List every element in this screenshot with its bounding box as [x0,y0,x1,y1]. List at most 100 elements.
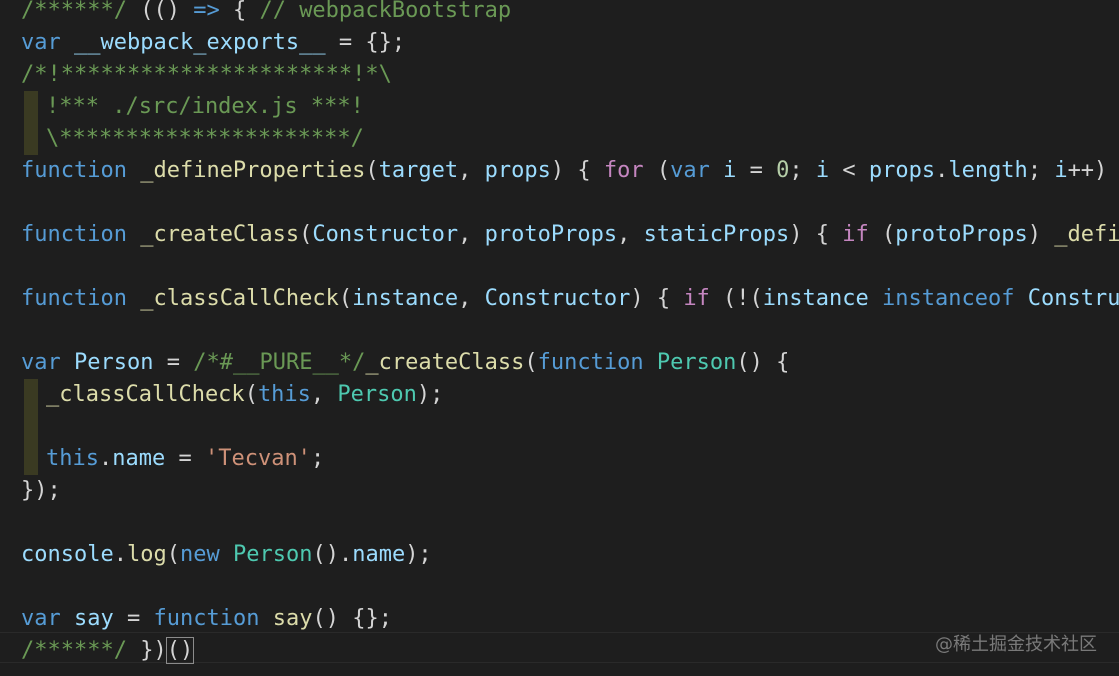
code-token: ( [338,286,353,311]
code-token: length [948,158,1028,183]
code-token: /******/ [21,638,141,663]
code-token: this [46,446,99,471]
code-line[interactable]: _classCallCheck(this, Person); [21,379,1119,411]
code-line[interactable] [21,411,1119,443]
code-token: = [113,606,154,631]
code-token: , [458,222,485,247]
code-token: ) { [789,222,843,247]
code-token: ( [166,542,180,567]
code-token: i [815,158,830,183]
code-token: , [458,158,485,183]
code-token: => [193,0,220,23]
code-token: function [21,222,127,247]
code-token: function [21,286,127,311]
code-token: ) [1027,222,1055,247]
code-token: ) { [630,286,684,311]
code-token: . [935,158,949,183]
code-token: console [21,542,114,567]
code-line[interactable]: console.log(new Person().name); [21,539,1119,571]
code-line[interactable]: var __webpack_exports__ = {}; [21,27,1119,59]
indent-guide [24,379,38,411]
code-token: Constructo [1027,286,1119,311]
code-token: /******/ [21,0,141,23]
code-token: _defineP [1054,222,1119,247]
code-token: Person [232,542,313,567]
code-line[interactable] [21,315,1119,347]
code-token: function [21,158,127,183]
code-token: props [868,158,936,183]
code-line[interactable]: function _classCallCheck(instance, Const… [21,283,1119,315]
code-token: protoProps [484,222,618,247]
code-token: , [458,286,485,311]
code-token: this [257,382,311,407]
code-token: !*** ./src/index.js ***! [46,94,364,119]
code-token: instanceof [882,286,1015,311]
code-token: ( [299,222,313,247]
watermark: @稀土掘金技术社区 [935,634,1097,655]
code-token: ( [365,158,379,183]
code-token: ++) { [1067,158,1108,183]
code-token: ; [789,158,816,183]
code-token: ); [416,382,444,407]
code-line[interactable] [21,251,1119,283]
code-token: ( [244,382,258,407]
code-token: instance [762,286,869,311]
code-editor[interactable]: /******/ (() => { // webpackBootstrap var… [0,0,1119,676]
code-token: staticProps [643,222,790,247]
code-line[interactable] [21,571,1119,603]
code-token: ; [1027,158,1055,183]
indent-guide [24,91,38,123]
code-line[interactable]: function _createClass(Constructor, proto… [21,219,1119,251]
code-token: /*#__PURE__*/ [193,350,366,375]
code-token: = [153,350,194,375]
code-token: say [74,606,114,631]
code-token: props [484,158,551,183]
code-line[interactable]: /*!**********************!*\ [21,59,1119,91]
code-token: say [272,606,313,631]
code-token: 0 [776,158,790,183]
code-token: /*!**********************!*\ [21,62,392,87]
code-token: if [842,222,869,247]
code-line[interactable]: }); [21,475,1119,507]
code-line[interactable]: function _defineProperties(target, props… [21,155,1119,187]
code-token: Person [337,382,417,407]
code-token: new [179,542,220,567]
code-line[interactable] [21,187,1119,219]
code-token: var [21,350,61,375]
code-token: function [537,350,644,375]
code-line[interactable]: \**********************/ [21,123,1119,155]
code-area[interactable]: /******/ (() => { // webpackBootstrap var… [21,0,1119,667]
code-token: _createClass [365,350,525,375]
code-token: log [126,542,167,567]
code-token: () [165,637,195,664]
code-token: }); [21,478,61,503]
code-token: , [310,382,338,407]
code-token: = {}; [325,30,406,55]
code-token: 'Tecvan' [204,446,311,471]
code-token: Constructor [484,286,631,311]
indent-guide [24,123,38,155]
code-line[interactable]: /******/ (() => { // webpackBootstrap [21,0,1119,27]
code-token: name [112,446,166,471]
code-token: i [1054,158,1068,183]
code-line[interactable]: var Person = /*#__PURE__*/_createClass(f… [21,347,1119,379]
code-token: protoProps [895,222,1028,247]
code-line[interactable] [21,507,1119,539]
code-token: ; [310,446,325,471]
code-line[interactable]: this.name = 'Tecvan'; [21,443,1119,475]
code-token: \**********************/ [46,126,364,151]
code-token: , [617,222,644,247]
code-token: if [683,286,710,311]
code-token: _createClass [140,222,300,247]
code-token: // webpackBootstrap [259,0,512,23]
code-line[interactable]: !*** ./src/index.js ***! [21,91,1119,123]
